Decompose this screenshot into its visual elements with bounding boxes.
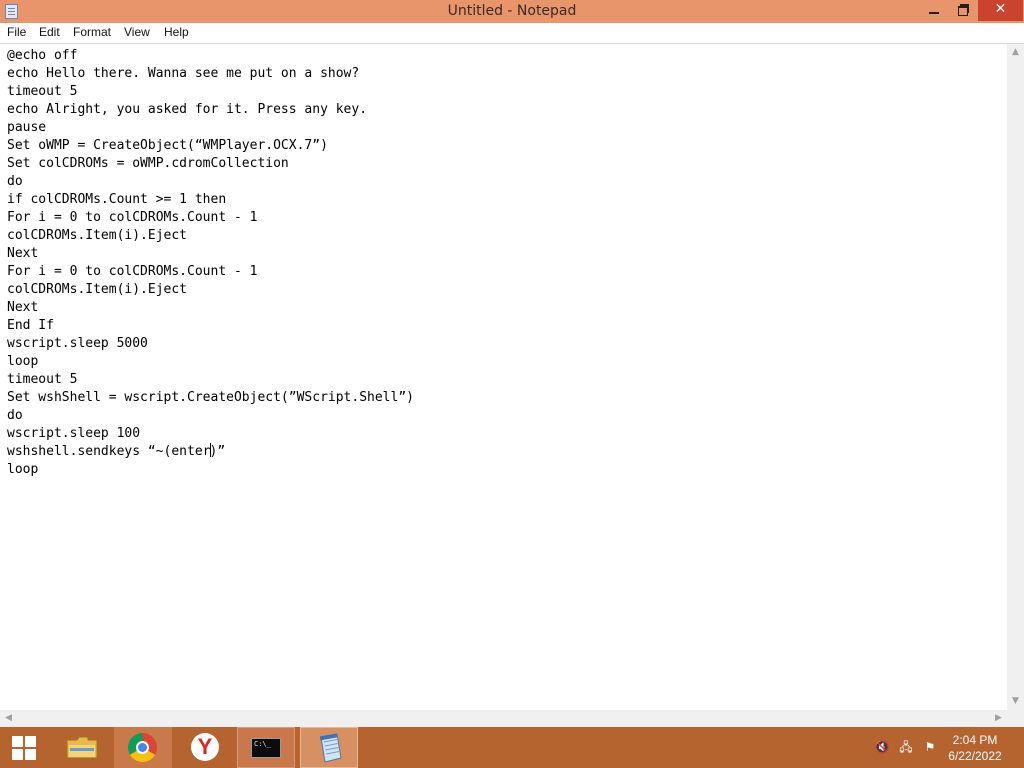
- folder-icon: [66, 736, 98, 759]
- minimize-button[interactable]: [920, 0, 948, 21]
- size-grip[interactable]: [1007, 710, 1024, 727]
- scroll-right-icon[interactable]: ▶: [990, 710, 1007, 727]
- clock-time: 2:04 PM: [952, 733, 998, 747]
- start-button[interactable]: [0, 727, 50, 768]
- menu-edit[interactable]: Edit: [39, 25, 60, 39]
- minimize-icon: [929, 12, 939, 14]
- taskbar-file-explorer[interactable]: [56, 727, 108, 768]
- menu-view[interactable]: View: [124, 25, 150, 39]
- yandex-icon: Y: [191, 733, 219, 761]
- taskbar-chrome[interactable]: [114, 727, 172, 768]
- scroll-left-icon[interactable]: ◀: [0, 710, 17, 727]
- title-bar[interactable]: Untitled - Notepad ✕: [0, 0, 1024, 23]
- taskbar: Y C:\_ 🔇 🖧 ⚑ 2:04 PM 6/22/2022: [0, 727, 1024, 768]
- restore-icon: [958, 6, 968, 16]
- text-before-caret: @echo off echo Hello there. Wanna see me…: [7, 48, 414, 459]
- volume-muted-icon[interactable]: 🔇: [874, 740, 890, 754]
- menu-format[interactable]: Format: [73, 25, 111, 39]
- chrome-icon: [128, 733, 157, 762]
- taskbar-command-prompt[interactable]: C:\_: [237, 727, 295, 768]
- taskbar-notepad[interactable]: [300, 727, 358, 768]
- text-content[interactable]: @echo off echo Hello there. Wanna see me…: [7, 47, 414, 479]
- vertical-scrollbar[interactable]: ▲ ▼: [1007, 44, 1024, 710]
- action-center-flag-icon[interactable]: ⚑: [922, 740, 938, 754]
- close-icon: ✕: [994, 1, 1007, 17]
- restore-button[interactable]: [948, 0, 975, 21]
- menu-help[interactable]: Help: [164, 25, 189, 39]
- cmd-icon: C:\_: [251, 738, 281, 758]
- editor-area[interactable]: @echo off echo Hello there. Wanna see me…: [0, 43, 1024, 727]
- menu-bar: File Edit Format View Help: [0, 23, 1024, 43]
- network-icon[interactable]: 🖧: [898, 740, 914, 754]
- clock-date: 6/22/2022: [948, 749, 1002, 763]
- horizontal-scrollbar[interactable]: ◀ ▶: [0, 710, 1007, 727]
- notepad-icon: [319, 733, 342, 763]
- scroll-down-icon[interactable]: ▼: [1007, 693, 1024, 710]
- taskbar-yandex-browser[interactable]: Y: [178, 727, 234, 768]
- close-button[interactable]: ✕: [978, 0, 1023, 21]
- window-title: Untitled - Notepad: [447, 3, 577, 19]
- menu-file[interactable]: File: [7, 25, 26, 39]
- scroll-up-icon[interactable]: ▲: [1007, 44, 1024, 61]
- taskbar-clock[interactable]: 2:04 PM 6/22/2022: [940, 732, 1010, 764]
